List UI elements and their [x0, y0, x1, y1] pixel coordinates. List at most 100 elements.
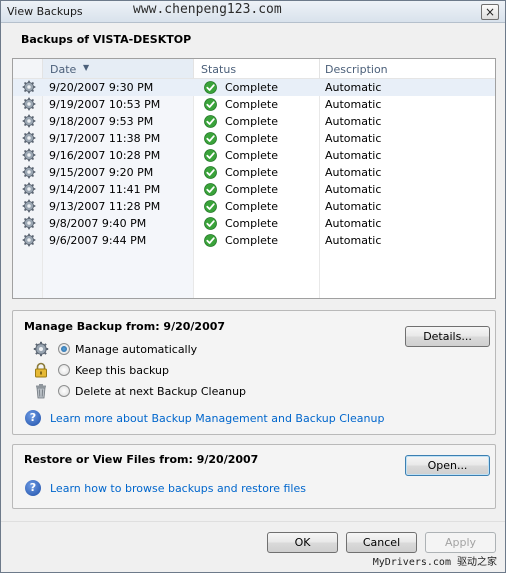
- sort-descending-icon: ▼: [83, 63, 90, 72]
- cell-date: 9/17/2007 11:38 PM: [49, 132, 161, 145]
- cell-description: Automatic: [325, 115, 382, 128]
- cell-date: 9/16/2007 10:28 PM: [49, 149, 161, 162]
- complete-check-icon: [204, 132, 217, 145]
- restore-files-group: Restore or View Files from: 9/20/2007 Op…: [12, 444, 496, 509]
- watermark-url: www.chenpeng123.com: [133, 2, 282, 17]
- backup-gear-icon: [22, 114, 36, 128]
- backup-gear-icon: [22, 80, 36, 94]
- restore-files-title: Restore or View Files from: 9/20/2007: [24, 453, 259, 466]
- table-row[interactable]: 9/18/2007 9:53 PM Complete Automatic: [13, 113, 495, 130]
- complete-check-icon: [204, 166, 217, 179]
- cell-status: Complete: [225, 183, 279, 196]
- cell-description: Automatic: [325, 200, 382, 213]
- backup-gear-icon: [22, 165, 36, 179]
- cell-date: 9/18/2007 9:53 PM: [49, 115, 154, 128]
- column-header-description-label: Description: [325, 63, 388, 76]
- complete-check-icon: [204, 149, 217, 162]
- cell-description: Automatic: [325, 166, 382, 179]
- cell-status: Complete: [225, 132, 279, 145]
- cancel-button[interactable]: Cancel: [346, 532, 417, 553]
- cell-status: Complete: [225, 166, 279, 179]
- cell-description: Automatic: [325, 81, 382, 94]
- cell-description: Automatic: [325, 132, 382, 145]
- cell-status: Complete: [225, 98, 279, 111]
- cell-date: 9/14/2007 11:41 PM: [49, 183, 161, 196]
- table-row[interactable]: 9/19/2007 10:53 PM Complete Automatic: [13, 96, 495, 113]
- cell-description: Automatic: [325, 234, 382, 247]
- table-row[interactable]: 9/15/2007 9:20 PM Complete Automatic: [13, 164, 495, 181]
- details-button[interactable]: Details...: [405, 326, 490, 347]
- cell-status: Complete: [225, 115, 279, 128]
- cell-status: Complete: [225, 200, 279, 213]
- cell-date: 9/19/2007 10:53 PM: [49, 98, 161, 111]
- footer-separator: [1, 521, 505, 522]
- complete-check-icon: [204, 217, 217, 230]
- backup-gear-icon: [22, 216, 36, 230]
- complete-check-icon: [204, 234, 217, 247]
- table-row[interactable]: 9/6/2007 9:44 PM Complete Automatic: [13, 232, 495, 249]
- restore-help-link[interactable]: Learn how to browse backups and restore …: [50, 482, 306, 495]
- page-title: Backups of VISTA-DESKTOP: [21, 33, 192, 46]
- cell-date: 9/8/2007 9:40 PM: [49, 217, 147, 230]
- manage-help-row[interactable]: ? Learn more about Backup Management and…: [25, 410, 485, 428]
- backup-gear-icon: [22, 199, 36, 213]
- option-manage-automatically[interactable]: Manage automatically: [23, 341, 323, 359]
- table-row[interactable]: 9/20/2007 9:30 PM Complete Automatic: [13, 79, 495, 96]
- help-icon: ?: [25, 480, 41, 496]
- backup-gear-icon: [22, 233, 36, 247]
- complete-check-icon: [204, 98, 217, 111]
- table-row[interactable]: 9/13/2007 11:28 PM Complete Automatic: [13, 198, 495, 215]
- cell-status: Complete: [225, 234, 279, 247]
- cell-date: 9/13/2007 11:28 PM: [49, 200, 161, 213]
- gear-icon: [33, 341, 49, 357]
- option-keep-backup[interactable]: Keep this backup: [23, 362, 323, 380]
- backup-rows: 9/20/2007 9:30 PM Complete Automatic 9/19/2…: [13, 79, 495, 249]
- table-row[interactable]: 9/16/2007 10:28 PM Complete Automatic: [13, 147, 495, 164]
- radio-delete-at-cleanup[interactable]: [58, 385, 70, 397]
- table-row[interactable]: 9/17/2007 11:38 PM Complete Automatic: [13, 130, 495, 147]
- radio-keep-backup[interactable]: [58, 364, 70, 376]
- table-row[interactable]: 9/14/2007 11:41 PM Complete Automatic: [13, 181, 495, 198]
- cell-description: Automatic: [325, 149, 382, 162]
- option-label: Delete at next Backup Cleanup: [75, 385, 247, 398]
- table-row[interactable]: 9/8/2007 9:40 PM Complete Automatic: [13, 215, 495, 232]
- option-delete-at-cleanup[interactable]: Delete at next Backup Cleanup: [23, 383, 323, 401]
- cell-status: Complete: [225, 217, 279, 230]
- icon-column-header: [13, 59, 43, 79]
- title-bar[interactable]: View Backups www.chenpeng123.com ×: [1, 1, 505, 23]
- radio-manage-automatically[interactable]: [58, 343, 70, 355]
- cell-description: Automatic: [325, 98, 382, 111]
- close-button[interactable]: ×: [481, 4, 499, 20]
- complete-check-icon: [204, 81, 217, 94]
- manage-backup-group: Manage Backup from: 9/20/2007 Details...…: [12, 310, 496, 435]
- complete-check-icon: [204, 183, 217, 196]
- apply-button[interactable]: Apply: [425, 532, 496, 553]
- backup-gear-icon: [22, 131, 36, 145]
- manage-help-link[interactable]: Learn more about Backup Management and B…: [50, 412, 384, 425]
- cell-date: 9/6/2007 9:44 PM: [49, 234, 147, 247]
- backups-list[interactable]: Date ▼ Status Description 9/20/2007 9:30…: [12, 58, 496, 299]
- backup-gear-icon: [22, 182, 36, 196]
- column-header-description[interactable]: Description: [320, 59, 495, 79]
- cell-status: Complete: [225, 81, 279, 94]
- manage-backup-title: Manage Backup from: 9/20/2007: [24, 320, 226, 333]
- trash-icon: [36, 384, 46, 399]
- ok-button[interactable]: OK: [267, 532, 338, 553]
- column-header-date-label: Date: [50, 63, 77, 76]
- lock-icon: [35, 362, 47, 378]
- help-icon: ?: [25, 410, 41, 426]
- window-title: View Backups: [7, 5, 83, 18]
- cell-date: 9/15/2007 9:20 PM: [49, 166, 154, 179]
- cell-description: Automatic: [325, 217, 382, 230]
- restore-help-row[interactable]: ? Learn how to browse backups and restor…: [25, 480, 485, 498]
- backup-gear-icon: [22, 148, 36, 162]
- column-header-date[interactable]: Date ▼: [43, 59, 194, 79]
- column-header-status-label: Status: [201, 63, 237, 76]
- column-header-status[interactable]: Status: [194, 59, 320, 79]
- option-label: Manage automatically: [75, 343, 198, 356]
- cell-status: Complete: [225, 149, 279, 162]
- complete-check-icon: [204, 115, 217, 128]
- view-backups-window: View Backups www.chenpeng123.com × Backu…: [0, 0, 506, 573]
- open-button[interactable]: Open...: [405, 455, 490, 476]
- complete-check-icon: [204, 200, 217, 213]
